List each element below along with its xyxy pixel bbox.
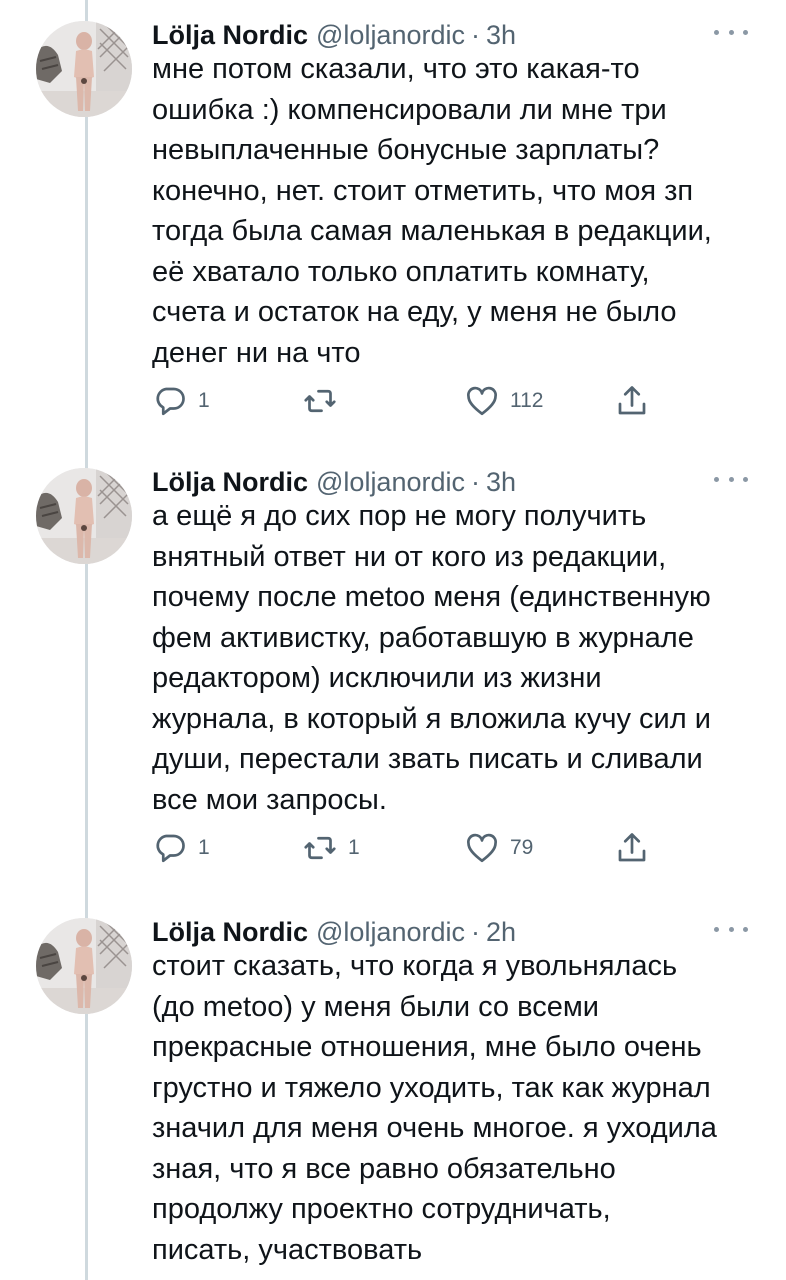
tweet-text: а ещё я до сих пор не могу получить внят… (152, 500, 711, 816)
tweet-text: стоит сказать, что когда я увольнялась (… (152, 950, 717, 1266)
reply-count: 1 (198, 836, 210, 859)
tweet[interactable]: Lölja Nordic @loljanordic · 3h а ещё я д… (0, 462, 786, 882)
separator: · (471, 466, 480, 497)
timestamp[interactable]: 3h (486, 467, 516, 498)
reply-button[interactable]: 1 (152, 381, 210, 421)
timestamp[interactable]: 2h (486, 917, 516, 948)
author-handle[interactable]: @loljanordic (316, 917, 465, 948)
share-icon (618, 386, 646, 415)
heart-icon (467, 833, 497, 863)
separator: · (471, 916, 480, 947)
heart-icon (467, 386, 497, 416)
separator: · (471, 19, 480, 50)
reply-icon (156, 387, 185, 416)
like-button[interactable]: 79 (464, 828, 533, 868)
avatar-photo (36, 468, 132, 564)
author-name[interactable]: Lölja Nordic (152, 467, 308, 498)
retweet-icon (304, 389, 336, 413)
reply-button[interactable]: 1 (152, 828, 210, 868)
more-options-icon[interactable] (714, 464, 748, 494)
author-handle[interactable]: @loljanordic (316, 467, 465, 498)
like-count: 79 (510, 836, 534, 859)
retweet-button[interactable]: 1 (302, 828, 360, 868)
retweet-count: 1 (348, 836, 360, 859)
author-name[interactable]: Lölja Nordic (152, 20, 308, 51)
author-name[interactable]: Lölja Nordic (152, 917, 308, 948)
avatar[interactable] (36, 918, 132, 1014)
like-count: 112 (510, 389, 544, 412)
tweet[interactable]: Lölja Nordic @loljanordic · 2h стоит ска… (0, 912, 786, 1280)
share-button[interactable] (614, 381, 650, 421)
more-options-icon[interactable] (714, 17, 748, 47)
tweet[interactable]: Lölja Nordic @loljanordic · 3h мне потом… (0, 15, 786, 425)
reply-count: 1 (198, 389, 210, 412)
avatar-photo (36, 918, 132, 1014)
more-options-icon[interactable] (714, 914, 748, 944)
reply-icon (156, 834, 185, 863)
author-handle[interactable]: @loljanordic (316, 20, 465, 51)
tweet-actions: 1 112 (152, 381, 672, 421)
share-button[interactable] (614, 828, 650, 868)
tweet-actions: 1 1 79 (152, 828, 672, 868)
retweet-button[interactable] (302, 381, 348, 421)
tweet-text: мне потом сказали, что это какая-то ошиб… (152, 53, 712, 369)
retweet-icon (304, 836, 336, 860)
avatar[interactable] (36, 21, 132, 117)
avatar[interactable] (36, 468, 132, 564)
avatar-photo (36, 21, 132, 117)
share-icon (618, 833, 646, 862)
timestamp[interactable]: 3h (486, 20, 516, 51)
like-button[interactable]: 112 (464, 381, 543, 421)
